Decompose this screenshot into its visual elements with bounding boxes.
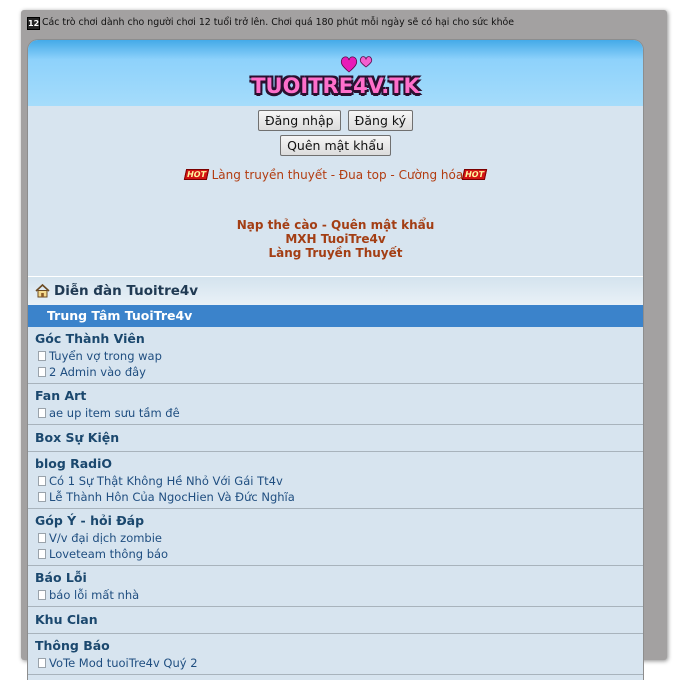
link-topup[interactable]: Nạp thẻ cào - Quên mật khẩu xyxy=(28,218,643,232)
topic-link[interactable]: 2 Admin vào đây xyxy=(35,364,637,380)
topic-link[interactable]: ae up item sưu tầm đê xyxy=(35,405,637,421)
forum-item: Thông Báo VoTe Mod tuoiTre4v Quý 2 xyxy=(28,634,643,675)
topic-title[interactable]: Có 1 Sự Thật Không Hề Nhỏ Với Gái Tt4v xyxy=(49,474,283,488)
link-legend[interactable]: Làng Truyền Thuyết xyxy=(28,246,643,260)
forum-title[interactable]: Góc Thành Viên xyxy=(35,331,637,347)
document-icon xyxy=(38,351,46,361)
forum-title[interactable]: Báo Lỗi xyxy=(35,570,637,586)
forum-title[interactable]: Khu Clan xyxy=(35,612,637,628)
forum-item: Box Sự Kiện xyxy=(28,425,643,452)
hot-badge-left: HOT xyxy=(183,169,209,180)
forum-item: Góc Thành Viên Tuyển vợ trong wap 2 Admin … xyxy=(28,327,643,384)
page-frame: 12 Các trò chơi dành cho người chơi 12 tu… xyxy=(21,10,667,680)
hot-badge-right: HOT xyxy=(462,169,488,180)
forum-item: blog RadiO Có 1 Sự Thật Không Hề Nhỏ Với … xyxy=(28,452,643,509)
document-icon xyxy=(38,549,46,559)
promo-line[interactable]: HOT Làng truyền thuyết - Đua top - Cường… xyxy=(28,167,643,183)
forum-item: Fan Art ae up item sưu tầm đê xyxy=(28,384,643,425)
document-icon xyxy=(38,658,46,668)
category-bar[interactable]: Trung Tâm TuoiTre4v xyxy=(28,305,643,327)
topic-link[interactable]: VoTe Mod tuoiTre4v Quý 2 xyxy=(35,655,637,671)
home-icon xyxy=(35,283,50,298)
topic-link[interactable]: Có 1 Sự Thật Không Hề Nhỏ Với Gái Tt4v xyxy=(35,473,637,489)
topic-title[interactable]: báo lỗi mất nhà xyxy=(49,588,139,602)
forum-title[interactable]: Thông Báo xyxy=(35,638,637,654)
document-icon xyxy=(38,408,46,418)
forum-list: Góc Thành Viên Tuyển vợ trong wap 2 Admin … xyxy=(28,327,643,675)
site-logo[interactable]: TUOITRE4V.TK xyxy=(28,74,643,98)
age-rating-badge: 12 xyxy=(27,17,40,30)
main-card: TUOITRE4V.TK Đăng nhập Đăng ký Quên mật … xyxy=(28,40,643,680)
document-icon xyxy=(38,367,46,377)
topic-title[interactable]: Lễ Thành Hôn Của NgocHien Và Đức Nghĩa xyxy=(49,490,295,504)
topic-title[interactable]: ae up item sưu tầm đê xyxy=(49,406,180,420)
age-notice-text: Các trò chơi dành cho người chơi 12 tuổi… xyxy=(42,17,515,28)
forum-section-header: Diễn đàn Tuoitre4v xyxy=(28,276,643,305)
forgot-password-button[interactable]: Quên mật khẩu xyxy=(280,135,391,156)
header-banner: TUOITRE4V.TK xyxy=(28,40,643,106)
quick-links: Nạp thẻ cào - Quên mật khẩu MXH TuoiTre4… xyxy=(28,218,643,260)
link-social[interactable]: MXH TuoiTre4v xyxy=(28,232,643,246)
login-button[interactable]: Đăng nhập xyxy=(257,110,341,131)
topic-title[interactable]: VoTe Mod tuoiTre4v Quý 2 xyxy=(49,656,198,670)
forum-title[interactable]: Box Sự Kiện xyxy=(35,430,637,446)
auth-row: Đăng nhập Đăng ký xyxy=(28,110,643,131)
hearts-icon xyxy=(340,56,373,73)
promo-text[interactable]: Làng truyền thuyết - Đua top - Cường hóa xyxy=(212,168,464,182)
topic-title[interactable]: Tuyển vợ trong wap xyxy=(49,349,162,363)
forum-item: Góp Ý - hỏi Đáp V/v đại dịch zombie Lovete… xyxy=(28,509,643,566)
forum-item: Khu Clan xyxy=(28,607,643,634)
register-button[interactable]: Đăng ký xyxy=(347,110,414,131)
topic-title[interactable]: 2 Admin vào đây xyxy=(49,365,146,379)
topic-link[interactable]: báo lỗi mất nhà xyxy=(35,587,637,603)
topic-title[interactable]: V/v đại dịch zombie xyxy=(49,531,162,545)
forum-section-title[interactable]: Diễn đàn Tuoitre4v xyxy=(54,283,198,299)
document-icon xyxy=(38,492,46,502)
topic-link[interactable]: Lễ Thành Hôn Của NgocHien Và Đức Nghĩa xyxy=(35,489,637,505)
forum-item: Báo Lỗi báo lỗi mất nhà xyxy=(28,566,643,607)
forum-title[interactable]: Fan Art xyxy=(35,388,637,404)
document-icon xyxy=(38,533,46,543)
topic-link[interactable]: Tuyển vợ trong wap xyxy=(35,348,637,364)
topic-title[interactable]: Loveteam thông báo xyxy=(49,547,168,561)
forum-title[interactable]: Góp Ý - hỏi Đáp xyxy=(35,513,637,529)
topic-link[interactable]: Loveteam thông báo xyxy=(35,546,637,562)
age-notice: 12 Các trò chơi dành cho người chơi 12 tu… xyxy=(27,16,661,30)
document-icon xyxy=(38,476,46,486)
document-icon xyxy=(38,590,46,600)
forum-title[interactable]: blog RadiO xyxy=(35,456,637,472)
forgot-row: Quên mật khẩu xyxy=(28,135,643,156)
topic-link[interactable]: V/v đại dịch zombie xyxy=(35,530,637,546)
